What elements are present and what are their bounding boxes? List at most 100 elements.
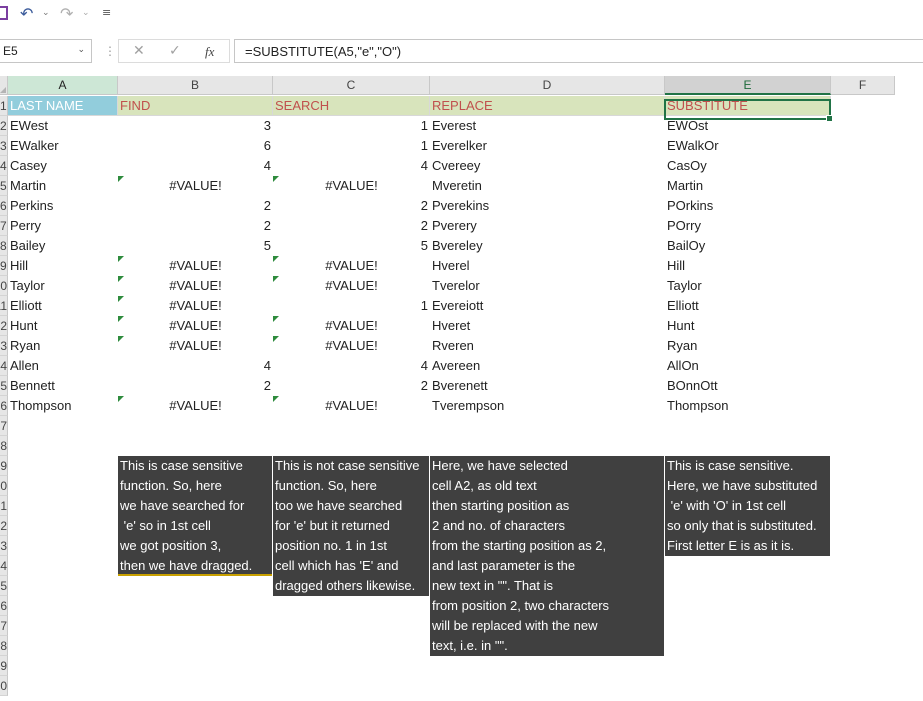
cell-last-name[interactable]: Allen — [8, 356, 118, 376]
cell-search[interactable]: 1 — [273, 136, 430, 156]
row-header[interactable]: 18 — [0, 436, 8, 456]
cell-search[interactable]: 4 — [273, 156, 430, 176]
cell-last-name[interactable]: Bailey — [8, 236, 118, 256]
cell-search[interactable]: 4 — [273, 356, 430, 376]
cell-search[interactable]: #VALUE! — [273, 256, 430, 276]
header-last-name[interactable]: LAST NAME — [8, 96, 118, 116]
row-header[interactable]: 11 — [0, 296, 8, 316]
redo-dropdown-icon[interactable]: ⌄ — [82, 8, 90, 18]
cell-substitute[interactable]: EWalkOr — [665, 136, 831, 156]
row-header[interactable]: 13 — [0, 336, 8, 356]
cell-search[interactable]: 2 — [273, 196, 430, 216]
worksheet-grid[interactable]: A B C D E F LAST NAME FIND SEARCH REPLAC… — [0, 76, 923, 701]
cell-last-name[interactable]: Hill — [8, 256, 118, 276]
cell-substitute[interactable]: Ryan — [665, 336, 831, 356]
cell-search[interactable]: 2 — [273, 216, 430, 236]
cell-substitute[interactable]: POrry — [665, 216, 831, 236]
cell-find[interactable]: #VALUE! — [118, 296, 273, 316]
cell-substitute[interactable]: Taylor — [665, 276, 831, 296]
cell-search[interactable]: #VALUE! — [273, 396, 430, 416]
header-search[interactable]: SEARCH — [273, 96, 430, 116]
row-header[interactable]: 8 — [0, 236, 8, 256]
cell-substitute[interactable]: Thompson — [665, 396, 831, 416]
redo-icon[interactable]: ↷ — [60, 4, 73, 23]
name-box[interactable]: E5 ⌄ — [0, 39, 92, 63]
row-header[interactable]: 28 — [0, 636, 8, 656]
cell-search[interactable]: 5 — [273, 236, 430, 256]
cell-substitute[interactable]: Martin — [665, 176, 831, 196]
cell-replace[interactable]: Everelker — [430, 136, 665, 156]
cell-substitute[interactable]: BailOy — [665, 236, 831, 256]
column-header-f[interactable]: F — [831, 76, 895, 95]
cell-replace[interactable]: Everest — [430, 116, 665, 136]
cell-substitute[interactable]: Hill — [665, 256, 831, 276]
row-header[interactable]: 24 — [0, 556, 8, 576]
cell-last-name[interactable]: Bennett — [8, 376, 118, 396]
header-find[interactable]: FIND — [118, 96, 273, 116]
row-header[interactable]: 17 — [0, 416, 8, 436]
cell-find[interactable]: #VALUE! — [118, 396, 273, 416]
cell-last-name[interactable]: Martin — [8, 176, 118, 196]
cell-replace[interactable]: Avereen — [430, 356, 665, 376]
column-header-a[interactable]: A — [8, 76, 118, 95]
row-header[interactable]: 10 — [0, 276, 8, 296]
row-header[interactable]: 1 — [0, 96, 8, 116]
cell-search[interactable]: 1 — [273, 116, 430, 136]
row-header[interactable]: 6 — [0, 196, 8, 216]
cell-last-name[interactable]: Thompson — [8, 396, 118, 416]
cell-find[interactable]: 2 — [118, 376, 273, 396]
row-header[interactable]: 19 — [0, 456, 8, 476]
cell-last-name[interactable]: EWalker — [8, 136, 118, 156]
cell-find[interactable]: 2 — [118, 196, 273, 216]
row-header[interactable]: 12 — [0, 316, 8, 336]
cell-last-name[interactable]: EWest — [8, 116, 118, 136]
cancel-icon[interactable]: ✕ — [133, 43, 145, 59]
cell-find[interactable]: 2 — [118, 216, 273, 236]
cell-replace[interactable]: Bverenett — [430, 376, 665, 396]
select-all-button[interactable] — [0, 76, 8, 95]
column-header-b[interactable]: B — [118, 76, 273, 95]
cell-substitute[interactable]: Elliott — [665, 296, 831, 316]
row-header[interactable]: 20 — [0, 476, 8, 496]
customize-toolbar-icon[interactable]: ≡ — [102, 6, 111, 19]
row-header[interactable]: 23 — [0, 536, 8, 556]
cell-substitute[interactable]: Hunt — [665, 316, 831, 336]
row-header[interactable]: 5 — [0, 176, 8, 196]
undo-icon[interactable]: ↶ — [20, 4, 33, 23]
row-header[interactable]: 7 — [0, 216, 8, 236]
cell-last-name[interactable]: Ryan — [8, 336, 118, 356]
cell-last-name[interactable]: Casey — [8, 156, 118, 176]
row-header[interactable]: 26 — [0, 596, 8, 616]
cell-replace[interactable]: Hveret — [430, 316, 665, 336]
cell-replace[interactable]: Rveren — [430, 336, 665, 356]
cell-replace[interactable]: Pverekins — [430, 196, 665, 216]
header-replace[interactable]: REPLACE — [430, 96, 665, 116]
row-header[interactable]: 4 — [0, 156, 8, 176]
row-header[interactable]: 2 — [0, 116, 8, 136]
cell-find[interactable]: #VALUE! — [118, 176, 273, 196]
cell-find[interactable]: 4 — [118, 356, 273, 376]
column-header-e[interactable]: E — [665, 76, 831, 95]
cell-replace[interactable]: Pverery — [430, 216, 665, 236]
cell-replace[interactable]: Hverel — [430, 256, 665, 276]
enter-icon[interactable]: ✓ — [169, 43, 181, 59]
cell-find[interactable]: #VALUE! — [118, 256, 273, 276]
row-header[interactable]: 21 — [0, 496, 8, 516]
cell-find[interactable]: 3 — [118, 116, 273, 136]
cell-replace[interactable]: Tverempson — [430, 396, 665, 416]
row-header[interactable]: 16 — [0, 396, 8, 416]
formula-input[interactable]: =SUBSTITUTE(A5,"e","O") — [234, 39, 923, 63]
cell-replace[interactable]: Cvereey — [430, 156, 665, 176]
cell-last-name[interactable]: Perkins — [8, 196, 118, 216]
cell-find[interactable]: 5 — [118, 236, 273, 256]
cell-last-name[interactable]: Elliott — [8, 296, 118, 316]
cell-search[interactable]: 2 — [273, 376, 430, 396]
row-header[interactable]: 22 — [0, 516, 8, 536]
cell-last-name[interactable]: Hunt — [8, 316, 118, 336]
row-header[interactable]: 3 — [0, 136, 8, 156]
cell-substitute[interactable]: BOnnOtt — [665, 376, 831, 396]
cell-search[interactable]: 1 — [273, 296, 430, 316]
cell-substitute[interactable]: CasOy — [665, 156, 831, 176]
cell-find[interactable]: 4 — [118, 156, 273, 176]
cell-find[interactable]: #VALUE! — [118, 276, 273, 296]
